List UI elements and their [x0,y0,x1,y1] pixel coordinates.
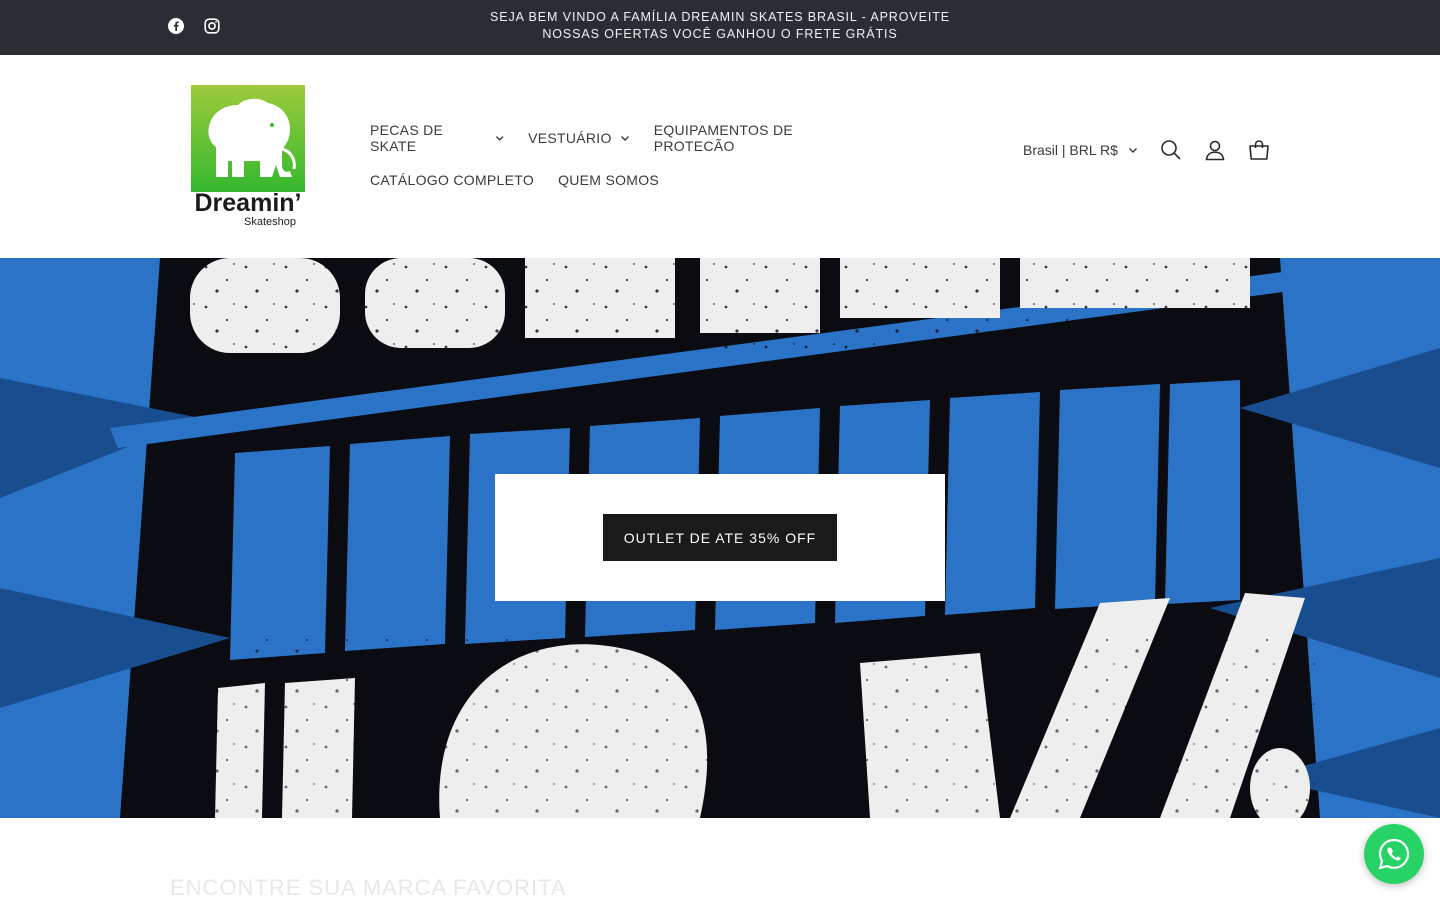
nav-item-pecas-de-skate[interactable]: PECAS DE SKATE [370,122,504,154]
nav-item-equipamentos[interactable]: EQUIPAMENTOS DE PROTECÃO [654,122,866,154]
nav-row-2: CATÁLOGO COMPLETO QUEM SOMOS [370,159,890,201]
instagram-icon[interactable] [203,17,221,35]
announcement-text: SEJA BEM VINDO A FAMÍLIA DREAMIN SKATES … [470,9,970,43]
hero-content-box: OUTLET DE ATE 35% OFF [495,474,945,601]
header-tools: Brasil | BRL R$ [1023,139,1270,161]
nav-item-catalogo[interactable]: CATÁLOGO COMPLETO [370,172,534,188]
outlet-button[interactable]: OUTLET DE ATE 35% OFF [603,514,837,561]
currency-label: Brasil | BRL R$ [1023,142,1118,158]
facebook-icon[interactable] [167,17,185,35]
nav-label: VESTUÁRIO [528,130,612,146]
nav-label: EQUIPAMENTOS DE PROTECÃO [653,122,794,154]
nav-label: QUEM SOMOS [558,172,660,188]
announcement-line-1: SEJA BEM VINDO A FAMÍLIA DREAMIN SKATES … [490,10,950,24]
site-header: Dreamin’ Skateshop PECAS DE SKATE VESTUÁ… [0,55,1440,258]
logo-sub: Skateshop [244,216,296,228]
announcement-bar: SEJA BEM VINDO A FAMÍLIA DREAMIN SKATES … [0,0,1440,55]
store-logo[interactable]: Dreamin’ Skateshop [186,85,310,231]
logo-brand: Dreamin’ [195,189,302,217]
nav-label: CATÁLOGO COMPLETO [370,172,535,188]
nav-item-vestuario[interactable]: VESTUÁRIO [528,130,630,146]
search-icon[interactable] [1160,139,1182,161]
social-links [167,17,221,35]
chevron-down-icon [495,136,504,141]
cart-icon[interactable] [1248,139,1270,161]
nav-label: PECAS DE SKATE [370,122,444,154]
chevron-down-icon [620,136,629,141]
main-nav: PECAS DE SKATE VESTUÁRIO EQUIPAMENTOS DE… [370,117,890,201]
nav-item-quem-somos[interactable]: QUEM SOMOS [558,172,659,188]
section-title: ENCONTRE SUA MARCA FAVORITA [170,875,567,900]
whatsapp-button[interactable] [1364,824,1424,884]
hero-banner: OUTLET DE ATE 35% OFF [0,258,1440,818]
chevron-down-icon [1128,148,1137,153]
currency-selector[interactable]: Brasil | BRL R$ [1023,142,1138,158]
nav-row-1: PECAS DE SKATE VESTUÁRIO EQUIPAMENTOS DE… [370,117,890,159]
whatsapp-icon [1378,838,1410,870]
account-icon[interactable] [1204,139,1226,161]
announcement-line-2: NOSSAS OFERTAS VOCÊ GANHOU O FRETE GRÁTI… [542,27,898,41]
